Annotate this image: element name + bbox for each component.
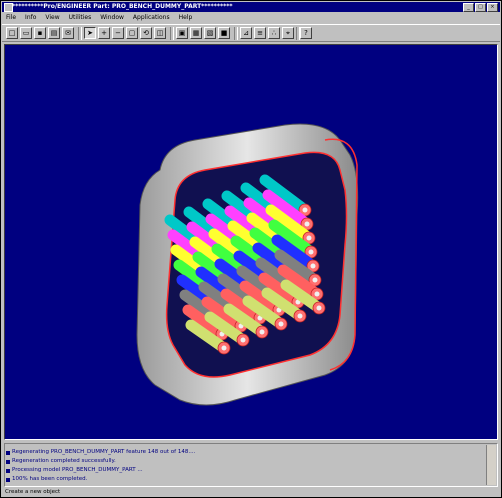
new-icon[interactable]: □ — [6, 27, 18, 39]
message-line: Processing model PRO_BENCH_DUMMY_PART ..… — [12, 467, 143, 473]
toolbar: □ ▭ ▪ ▤ ✉ ➤ + − ▢ ⟲ ◫ ▣ ▦ ▧ ■ ⊿ ≡ ∴ ⌖? — [2, 24, 500, 42]
zoom-in-icon[interactable]: + — [98, 27, 110, 39]
tube-bore — [316, 305, 322, 311]
hidden-line-icon[interactable]: ▦ — [190, 27, 202, 39]
tube-bore — [259, 329, 265, 335]
print-icon[interactable]: ▤ — [48, 27, 60, 39]
menu-utilities[interactable]: Utilities — [69, 13, 92, 23]
close-button[interactable]: × — [487, 3, 498, 12]
tube-bore — [308, 249, 314, 255]
context-help-icon[interactable]: ? — [300, 27, 312, 39]
zoom-out-icon[interactable]: − — [112, 27, 124, 39]
datum-points-icon[interactable]: ∴ — [268, 27, 280, 39]
saved-view-icon[interactable]: ◫ — [154, 27, 166, 39]
tube-bore — [221, 345, 227, 351]
title-bar[interactable]: **********Pro/ENGINEER Part: PRO_BENCH_D… — [2, 2, 500, 12]
message-bullet-icon — [6, 478, 10, 482]
graphics-viewport[interactable] — [4, 44, 498, 440]
tube-bore — [312, 277, 318, 283]
tube-bore — [278, 321, 284, 327]
tube-bore — [314, 291, 320, 297]
message-line: 100% has been completed. — [12, 476, 88, 482]
message-bullet-icon — [6, 469, 10, 473]
refit-icon[interactable]: ▢ — [126, 27, 138, 39]
menu-bar: File Info View Utilities Window Applicat… — [2, 13, 500, 23]
menu-window[interactable]: Window — [100, 13, 124, 23]
tube-bore — [240, 337, 246, 343]
orient-icon[interactable]: ⟲ — [140, 27, 152, 39]
tube-bore — [304, 221, 310, 227]
message-bullet-icon — [6, 451, 10, 455]
tube-bore — [306, 235, 312, 241]
open-icon[interactable]: ▭ — [20, 27, 32, 39]
message-line: Regeneration completed successfully. — [12, 458, 116, 464]
toolbar-separator — [234, 27, 238, 40]
mail-icon[interactable]: ✉ — [62, 27, 74, 39]
tube-bore — [297, 313, 303, 319]
select-arrow-icon[interactable]: ➤ — [84, 27, 96, 39]
toolbar-separator — [296, 27, 300, 40]
status-text: Create a new object — [5, 489, 61, 495]
message-area: Regenerating PRO_BENCH_DUMMY_PART featur… — [4, 443, 498, 487]
datum-planes-icon[interactable]: ⊿ — [240, 27, 252, 39]
menu-applications[interactable]: Applications — [133, 13, 170, 23]
menu-view[interactable]: View — [45, 13, 59, 23]
menu-file[interactable]: File — [6, 13, 16, 23]
message-scrollbar[interactable] — [486, 445, 496, 485]
shading-icon[interactable]: ■ — [218, 27, 230, 39]
maximize-button[interactable]: □ — [475, 3, 486, 12]
wireframe-icon[interactable]: ▣ — [176, 27, 188, 39]
no-hidden-icon[interactable]: ▧ — [204, 27, 216, 39]
save-icon[interactable]: ▪ — [34, 27, 46, 39]
window-title: **********Pro/ENGINEER Part: PRO_BENCH_D… — [12, 3, 233, 10]
datum-axes-icon[interactable]: ≡ — [254, 27, 266, 39]
coordinate-systems-icon[interactable]: ⌖ — [282, 27, 294, 39]
status-bar: Create a new object — [2, 488, 500, 497]
minimize-button[interactable]: _ — [463, 3, 474, 12]
menu-info[interactable]: Info — [25, 13, 36, 23]
message-line: Regenerating PRO_BENCH_DUMMY_PART featur… — [12, 449, 196, 455]
model-render — [136, 123, 359, 406]
tube-bore — [310, 263, 316, 269]
toolbar-separator — [170, 27, 174, 40]
toolbar-separator — [78, 27, 82, 40]
tube-bore — [302, 207, 308, 213]
menu-help[interactable]: Help — [179, 13, 193, 23]
app-window: **********Pro/ENGINEER Part: PRO_BENCH_D… — [0, 0, 502, 498]
message-bullet-icon — [6, 460, 10, 464]
